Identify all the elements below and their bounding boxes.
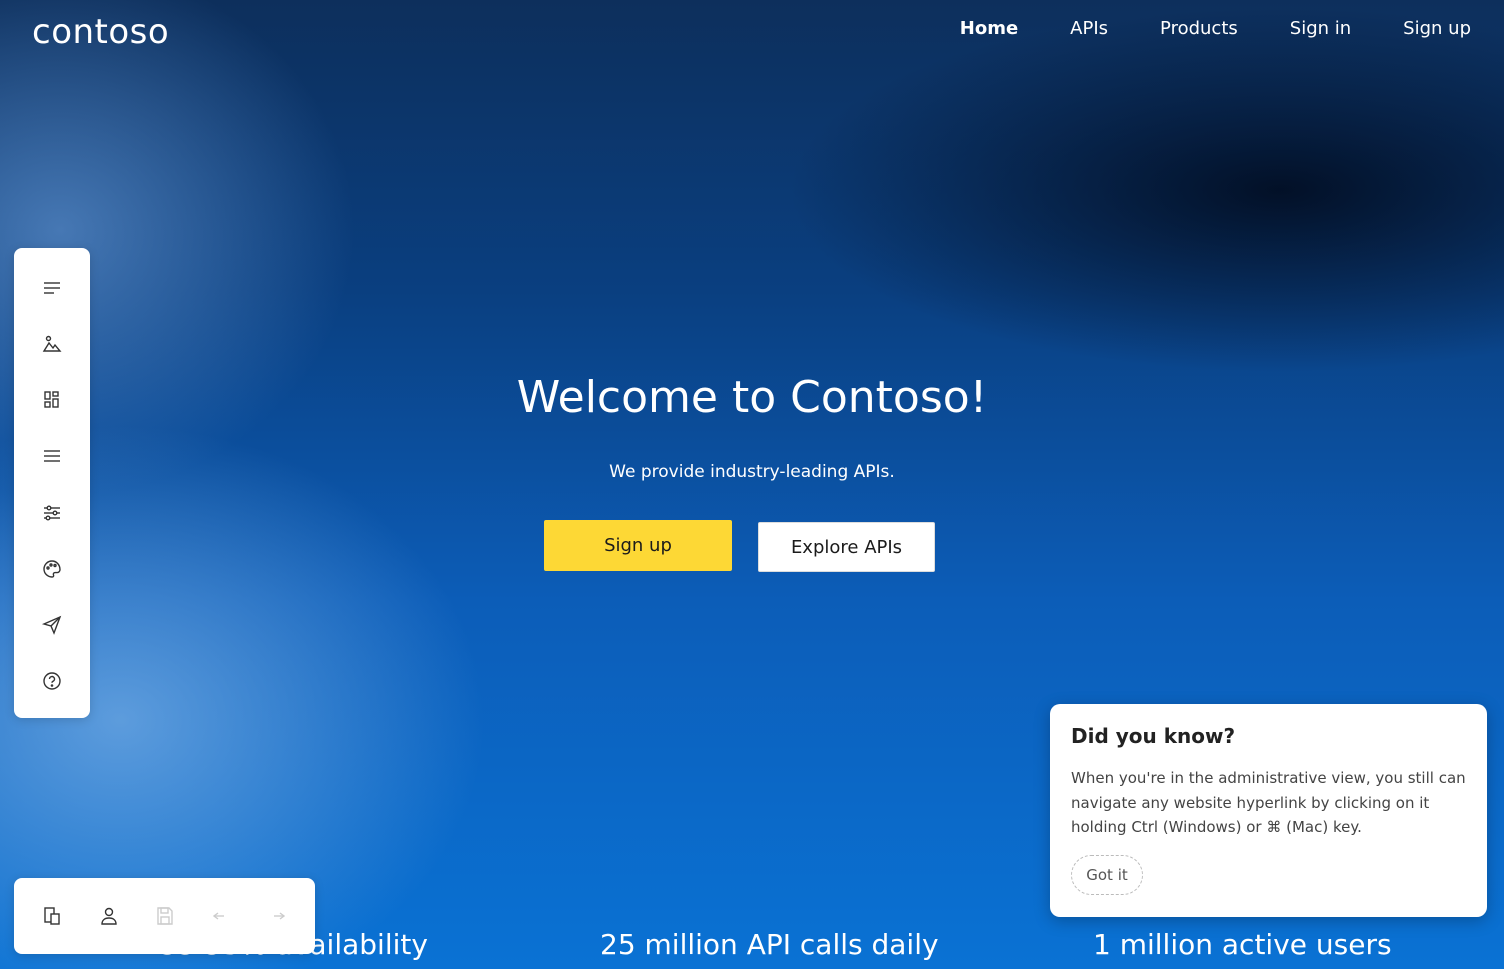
pages-icon[interactable]	[40, 904, 64, 928]
sign-up-button[interactable]: Sign up	[544, 520, 732, 571]
user-icon[interactable]	[97, 904, 121, 928]
stat-api-calls: 25 million API calls daily	[600, 928, 939, 961]
hero-title: Welcome to Contoso!	[516, 372, 988, 423]
nav-apis[interactable]: APIs	[1070, 18, 1108, 39]
redo-icon	[265, 904, 289, 928]
nav-home[interactable]: Home	[960, 18, 1018, 39]
stat-active-users: 1 million active users	[1093, 928, 1392, 961]
settings-sliders-icon[interactable]	[40, 501, 64, 525]
editor-sidebar	[14, 248, 90, 718]
tip-body: When you're in the administrative view, …	[1071, 769, 1466, 836]
help-icon[interactable]	[40, 669, 64, 693]
explore-apis-button[interactable]: Explore APIs	[758, 522, 935, 572]
text-icon[interactable]	[40, 276, 64, 300]
palette-icon[interactable]	[40, 557, 64, 581]
top-nav: Home APIs Products Sign in Sign up	[960, 18, 1471, 39]
publish-icon[interactable]	[40, 613, 64, 637]
nav-sign-up[interactable]: Sign up	[1403, 18, 1471, 39]
menu-icon[interactable]	[40, 444, 64, 468]
logo[interactable]: contoso	[32, 12, 169, 52]
nav-products[interactable]: Products	[1160, 18, 1238, 39]
did-you-know-popup: Did you know? When you're in the adminis…	[1050, 704, 1487, 917]
nav-sign-in[interactable]: Sign in	[1290, 18, 1351, 39]
got-it-button[interactable]: Got it	[1071, 855, 1143, 895]
widgets-icon[interactable]	[40, 388, 64, 412]
editor-bottombar	[14, 878, 315, 954]
save-icon	[153, 904, 177, 928]
tip-title: Did you know?	[1071, 724, 1236, 748]
hero-subtitle: We provide industry-leading APIs.	[609, 462, 895, 482]
image-icon[interactable]	[40, 332, 64, 356]
undo-icon	[209, 904, 233, 928]
